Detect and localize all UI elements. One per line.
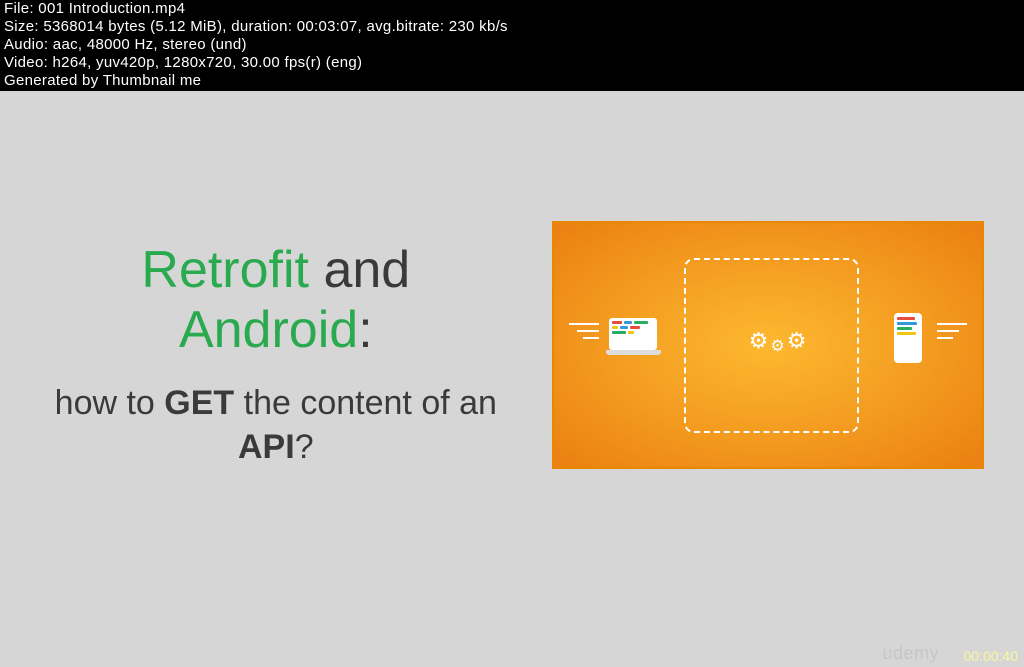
phone-icon (894, 313, 922, 363)
metadata-generated: Generated by Thumbnail me (4, 72, 1020, 90)
metadata-file: File: 001 Introduction.mp4 (4, 0, 1020, 18)
subtitle-api: API (238, 428, 295, 466)
thumbnail-timestamp: 00:00:40 (964, 648, 1019, 664)
title-and: and (309, 241, 410, 299)
title-retrofit: Retrofit (141, 241, 309, 299)
title-android: Android (179, 301, 358, 359)
gears-icon: ⚙⚙⚙ (749, 328, 807, 356)
slide-subtitle: how to GET the content of an API? (40, 381, 512, 469)
subtitle-part2: the content of an (234, 384, 497, 422)
video-thumbnail: Retrofit and Android: how to GET the con… (0, 91, 1024, 667)
speed-lines-right-icon (937, 323, 967, 344)
slide-title-line2: Android: (40, 301, 512, 361)
subtitle-part1: how to (55, 384, 165, 422)
slide-content: Retrofit and Android: how to GET the con… (0, 231, 1024, 469)
video-metadata-panel: File: 001 Introduction.mp4 Size: 5368014… (0, 0, 1024, 90)
subtitle-part3: ? (295, 428, 314, 466)
metadata-size: Size: 5368014 bytes (5.12 MiB), duration… (4, 18, 1020, 36)
slide-text-block: Retrofit and Android: how to GET the con… (40, 231, 512, 469)
udemy-watermark: udemy (882, 643, 939, 664)
title-colon: : (358, 301, 372, 359)
slide-title-line1: Retrofit and (40, 241, 512, 301)
subtitle-get: GET (164, 384, 234, 422)
metadata-video: Video: h264, yuv420p, 1280x720, 30.00 fp… (4, 54, 1020, 72)
metadata-audio: Audio: aac, 48000 Hz, stereo (und) (4, 36, 1020, 54)
slide-graphic: ⚙⚙⚙ (552, 221, 984, 469)
laptop-icon (609, 318, 664, 358)
speed-lines-left-icon (569, 323, 599, 344)
